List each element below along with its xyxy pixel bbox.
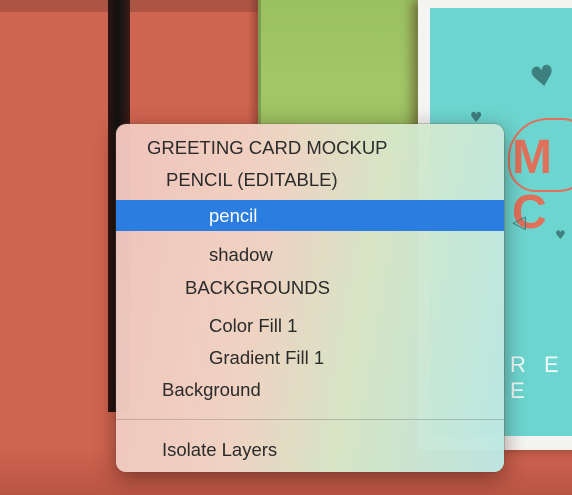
menu-item-background[interactable]: Background (116, 374, 504, 405)
menu-item-label: Isolate Layers (162, 439, 278, 460)
menu-item-label: shadow (209, 244, 273, 265)
menu-item-label: Gradient Fill 1 (209, 347, 325, 368)
card-small-lettering: R E E (510, 352, 565, 403)
heart-icon: ♥ (527, 58, 558, 95)
menu-item-label: BACKGROUNDS (185, 277, 330, 298)
paper-plane-icon: ◁ (512, 212, 526, 232)
menu-item-shadow[interactable]: shadow (116, 239, 504, 270)
menu-item-label: PENCIL (EDITABLE) (166, 169, 338, 190)
menu-item-pencil-group[interactable]: PENCIL (EDITABLE) (116, 164, 504, 195)
layer-context-menu: GREETING CARD MOCKUP PENCIL (EDITABLE) p… (116, 124, 504, 472)
menu-item-label: Background (162, 379, 261, 400)
menu-item-label: GREETING CARD MOCKUP (147, 137, 388, 158)
menu-item-backgrounds-group[interactable]: BACKGROUNDS (116, 272, 504, 303)
menu-item-color-fill-1[interactable]: Color Fill 1 (116, 310, 504, 341)
menu-item-label: pencil (209, 205, 258, 226)
menu-separator (116, 419, 504, 420)
menu-item-pencil[interactable]: pencil (116, 200, 504, 231)
menu-item-greeting-card-mockup[interactable]: GREETING CARD MOCKUP (116, 132, 504, 163)
menu-item-gradient-fill-1[interactable]: Gradient Fill 1 (116, 342, 504, 373)
isolate-layers-menu-item[interactable]: Isolate Layers (116, 434, 504, 465)
menu-item-label: Color Fill 1 (209, 315, 298, 336)
